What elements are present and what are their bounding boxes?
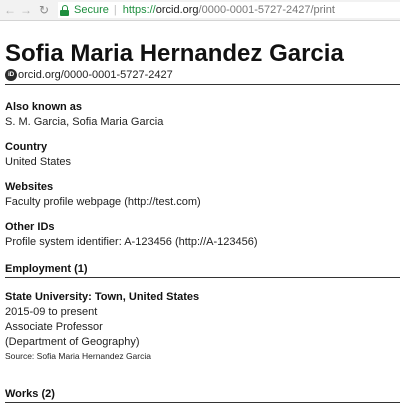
other-ids-value: Profile system identifier: A-123456 (htt… xyxy=(5,236,258,248)
orcid-url: orcid.org/0000-0001-5727-2427 xyxy=(18,69,173,81)
country-heading: Country xyxy=(5,141,48,153)
websites-heading: Websites xyxy=(5,181,54,193)
secure-label[interactable]: Secure xyxy=(74,3,109,17)
orcid-id-line: iD orcid.org/0000-0001-5727-2427 xyxy=(5,68,173,82)
orcid-id-icon: iD xyxy=(5,69,17,81)
also-known-as-heading: Also known as xyxy=(5,101,83,113)
employment-divider xyxy=(5,277,400,278)
works-divider xyxy=(5,402,400,403)
url-scheme[interactable]: https:// xyxy=(123,3,156,17)
address-divider: | xyxy=(113,4,117,16)
country-value: United States xyxy=(5,156,72,168)
name-divider xyxy=(5,84,400,85)
employment-department: (Department of Geography) xyxy=(5,336,140,348)
forward-arrow-icon[interactable]: → xyxy=(20,3,32,17)
employment-dates: 2015-09 to present xyxy=(5,306,98,318)
employment-organization: State University: Town, United States xyxy=(5,291,200,303)
lock-icon[interactable] xyxy=(60,4,69,16)
also-known-as-value: S. M. Garcia, Sofia Maria Garcia xyxy=(5,116,164,128)
browser-toolbar: ← → ↻ Secure | https://orcid.org/0000-00… xyxy=(0,0,400,21)
employment-heading: Employment (1) xyxy=(5,263,88,275)
works-heading: Works (2) xyxy=(5,388,55,400)
address-bar[interactable]: Secure | https://orcid.org/0000-0001-572… xyxy=(58,2,400,18)
employment-role: Associate Professor xyxy=(5,321,103,333)
back-arrow-icon[interactable]: ← xyxy=(4,3,16,17)
reload-icon[interactable]: ↻ xyxy=(38,3,50,17)
employment-source: Source: Sofia Maria Hernandez Garcia xyxy=(5,351,151,361)
profile-name: Sofia Maria Hernandez Garcia xyxy=(5,40,344,67)
url-path[interactable]: /0000-0001-5727-2427/print xyxy=(199,3,335,17)
websites-value: Faculty profile webpage (http://test.com… xyxy=(5,196,201,208)
other-ids-heading: Other IDs xyxy=(5,221,55,233)
url-host[interactable]: orcid.org xyxy=(156,3,199,17)
